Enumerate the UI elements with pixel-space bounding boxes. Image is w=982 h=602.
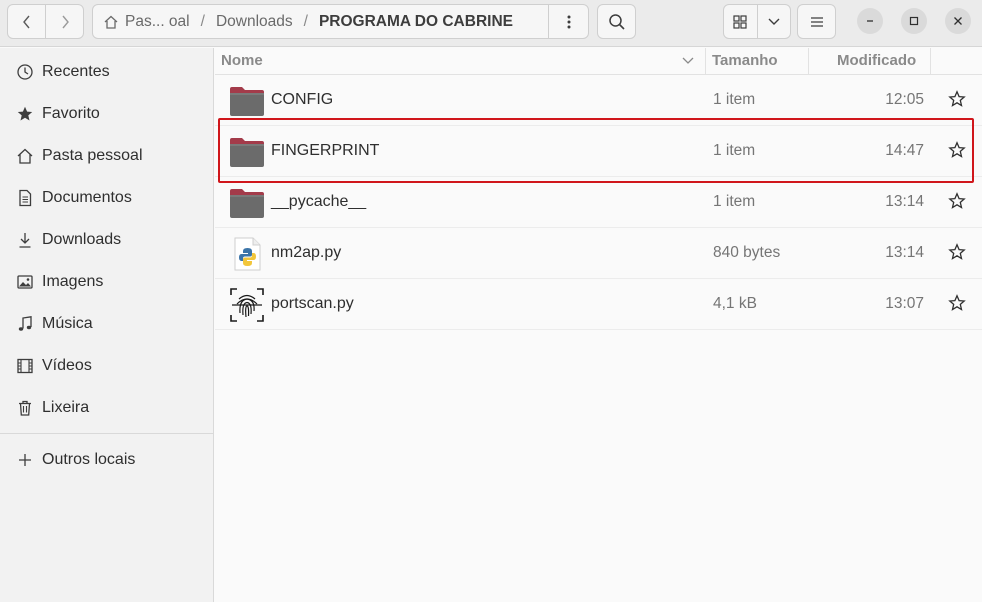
document-icon [15,188,35,208]
more-vertical-icon [567,15,570,28]
file-modified: 13:14 [885,193,924,210]
maximize-icon [909,16,919,26]
file-size: 1 item [713,91,756,108]
image-icon [15,272,35,292]
plus-icon [15,450,35,470]
sidebar-item-label: Downloads [42,231,122,248]
sidebar-item-recentes[interactable]: Recentes [0,51,213,93]
file-name: nm2ap.py [271,244,342,261]
column-modified[interactable]: Modificado [837,52,916,69]
column-header: Nome Tamanho Modificado [215,48,982,75]
column-separator [705,48,706,75]
star-outline-icon[interactable] [948,90,966,108]
sidebar-item-videos[interactable]: Vídeos [0,345,213,387]
chevron-left-icon [22,15,30,28]
close-icon [954,17,962,25]
file-row[interactable]: portscan.py 4,1 kB 13:07 [215,279,982,330]
sidebar-item-imagens[interactable]: Imagens [0,261,213,303]
sidebar-item-label: Música [42,315,93,332]
file-size: 1 item [713,193,756,210]
star-outline-icon[interactable] [948,192,966,210]
sidebar-divider [0,433,213,434]
column-separator [808,48,809,75]
file-modified: 13:14 [885,244,924,261]
sidebar-item-outros-locais[interactable]: Outros locais [0,439,213,481]
clock-icon [15,62,35,82]
nav-buttons [7,4,84,39]
home-icon [103,14,119,30]
file-name: __pycache__ [271,193,367,210]
chevron-right-icon [61,15,69,28]
chevron-down-icon [768,18,780,25]
path-bar: Pas... oal / Downloads / PROGRAMA DO CAB… [92,4,589,39]
folder-icon [230,189,264,218]
breadcrumb-separator: / [200,12,205,30]
file-size: 840 bytes [713,244,781,261]
sidebar-item-label: Vídeos [42,357,92,374]
sidebar-item-label: Pasta pessoal [42,147,143,164]
breadcrumb-downloads[interactable]: Downloads [216,13,293,31]
sidebar-item-label: Favorito [42,105,100,122]
sidebar-item-label: Imagens [42,273,104,290]
file-row[interactable]: nm2ap.py 840 bytes 13:14 [215,228,982,279]
file-row[interactable]: __pycache__ 1 item 13:14 [215,177,982,228]
file-modified: 12:05 [885,91,924,108]
close-button[interactable] [945,8,971,34]
header-bar: Pas... oal / Downloads / PROGRAMA DO CAB… [0,0,982,47]
star-outline-icon[interactable] [948,294,966,312]
search-icon [608,13,625,30]
sidebar-item-label: Outros locais [42,451,136,468]
folder-icon [230,87,264,116]
hamburger-icon [810,16,823,27]
sort-chevron-icon [681,54,695,71]
forward-button[interactable] [45,5,83,38]
sidebar-item-lixeira[interactable]: Lixeira [0,387,213,429]
sidebar: Recentes Favorito Pasta pessoal Document… [0,48,214,602]
breadcrumb-separator: / [303,12,308,30]
view-options-button[interactable] [756,5,791,38]
sidebar-item-favorito[interactable]: Favorito [0,93,213,135]
home-icon [15,146,35,166]
search-button[interactable] [597,4,636,39]
film-icon [15,356,35,376]
sidebar-item-pasta-pessoal[interactable]: Pasta pessoal [0,135,213,177]
breadcrumb-current[interactable]: PROGRAMA DO CABRINE [319,13,513,31]
sidebar-item-musica[interactable]: Música [0,303,213,345]
star-outline-icon[interactable] [948,243,966,261]
path-menu-button[interactable] [548,5,588,38]
fingerprint-file-icon [230,288,264,322]
minimize-icon [867,20,873,22]
column-separator [930,48,931,75]
sidebar-item-label: Documentos [42,189,132,206]
trash-icon [15,398,35,418]
sidebar-item-downloads[interactable]: Downloads [0,219,213,261]
sidebar-item-label: Recentes [42,63,110,80]
minimize-button[interactable] [857,8,883,34]
maximize-button[interactable] [901,8,927,34]
column-name[interactable]: Nome [221,52,263,69]
file-name: portscan.py [271,295,354,312]
grid-icon [733,14,747,29]
star-icon [15,104,35,124]
file-size: 4,1 kB [713,295,757,312]
main-menu-button[interactable] [797,4,836,39]
view-toggle-group [723,4,791,39]
python-file-icon [234,237,261,271]
column-size[interactable]: Tamanho [712,52,778,69]
file-modified: 13:07 [885,295,924,312]
grid-view-button[interactable] [724,5,757,38]
highlight-box [218,118,974,183]
back-button[interactable] [8,5,45,38]
file-name: CONFIG [271,91,334,108]
sidebar-item-label: Lixeira [42,399,90,416]
breadcrumb-home[interactable]: Pas... oal [125,13,190,31]
sidebar-item-documentos[interactable]: Documentos [0,177,213,219]
music-icon [15,314,35,334]
download-icon [15,230,35,250]
